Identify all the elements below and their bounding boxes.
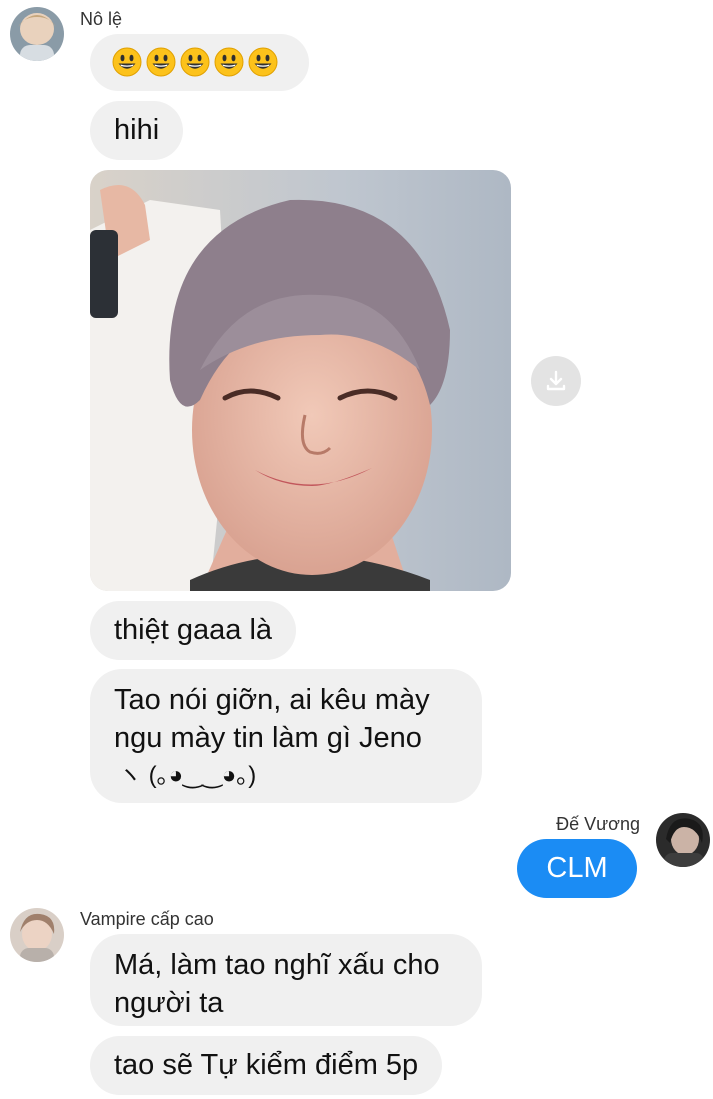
emoji-row <box>112 47 287 77</box>
message-text-line: Má, làm tao nghĩ xấu cho <box>114 949 440 981</box>
grinning-face-icon <box>214 47 244 77</box>
download-icon <box>546 370 566 391</box>
grinning-face-icon <box>146 47 176 77</box>
message-text-line: ngu mày tin làm gì Jeno <box>114 722 422 754</box>
emoji-message-bubble[interactable] <box>90 34 309 91</box>
message-bubble-clm[interactable]: CLM <box>517 839 637 898</box>
avatar-no-le-image <box>10 7 64 61</box>
message-bubble-thiet-gaaa[interactable]: thiệt gaaa là <box>90 601 297 660</box>
message-text-line: ヽ (｡◕‿‿◕｡) <box>118 762 257 789</box>
message-text: hihi <box>114 114 160 146</box>
sender-name-vampire: Vampire cấp cao <box>80 909 214 929</box>
grinning-face-icon <box>248 47 278 77</box>
avatar-vampire[interactable] <box>10 908 64 962</box>
message-text-line: người ta <box>114 987 224 1019</box>
grinning-face-icon <box>180 47 210 77</box>
grinning-face-icon <box>112 47 142 77</box>
message-text: tao sẽ Tự kiểm điểm 5p <box>114 1049 419 1081</box>
smiling-person-photo <box>90 170 511 591</box>
photo-message[interactable] <box>90 170 511 591</box>
sender-name-de-vuong: Đế Vương <box>556 814 640 834</box>
message-text: thiệt gaaa là <box>114 614 273 646</box>
avatar-vampire-image <box>10 908 64 962</box>
message-bubble-hihi[interactable]: hihi <box>90 101 184 160</box>
avatar-no-le[interactable] <box>10 7 64 61</box>
download-button[interactable] <box>531 356 581 406</box>
sender-name-no-le: Nô lệ <box>80 9 123 29</box>
avatar-de-vuong-image <box>656 813 710 867</box>
message-bubble-ma[interactable]: Má, làm tao nghĩ xấu cho người ta <box>90 934 482 1026</box>
avatar-de-vuong[interactable] <box>656 813 710 867</box>
message-text: CLM <box>546 852 608 884</box>
message-bubble-tao-se[interactable]: tao sẽ Tự kiểm điểm 5p <box>90 1036 443 1095</box>
message-text-line: Tao nói giỡn, ai kêu mày <box>114 684 430 716</box>
message-bubble-tao-noi[interactable]: Tao nói giỡn, ai kêu mày ngu mày tin làm… <box>90 669 482 803</box>
